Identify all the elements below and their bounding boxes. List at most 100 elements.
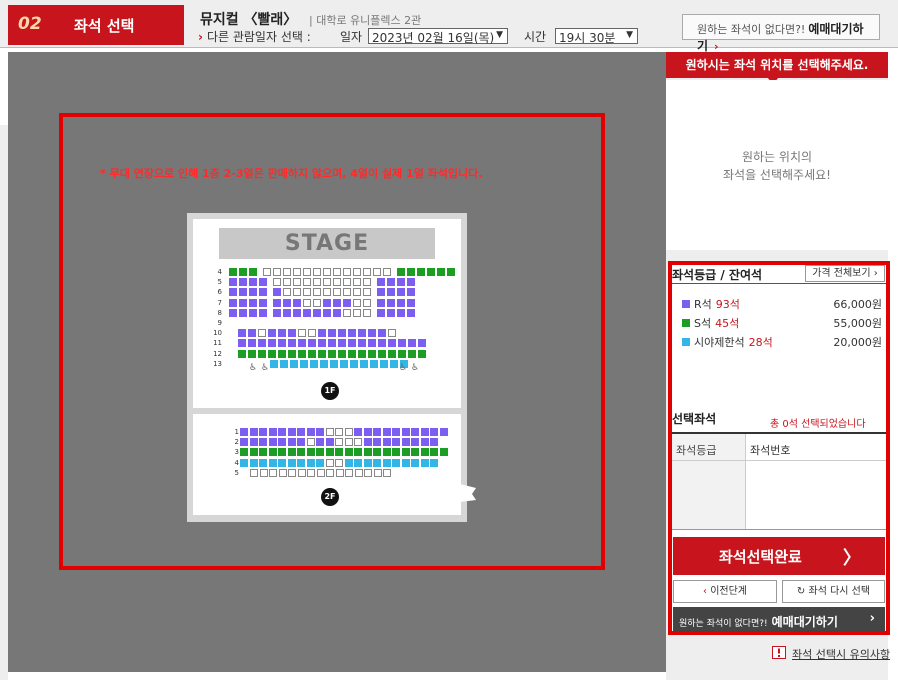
seat-available[interactable]	[288, 329, 296, 337]
seat-available[interactable]	[382, 459, 391, 467]
seat-available[interactable]	[273, 309, 281, 317]
seat-available[interactable]	[348, 350, 356, 358]
seat-available[interactable]	[411, 428, 419, 436]
seat-available[interactable]	[330, 360, 338, 368]
seat-available[interactable]	[259, 428, 267, 436]
seat-available[interactable]	[397, 278, 405, 286]
seat-available[interactable]	[354, 448, 362, 456]
seat-available[interactable]	[348, 329, 356, 337]
seat-available[interactable]	[293, 309, 301, 317]
seat-available[interactable]	[240, 428, 248, 436]
seat-available[interactable]	[387, 299, 395, 307]
seat-available[interactable]	[239, 299, 247, 307]
seat-available[interactable]	[390, 360, 398, 368]
waitlist-button-bottom[interactable]: 원하는 좌석이 없다면?! 예매대기하기 ›	[673, 607, 885, 631]
seat-available[interactable]	[392, 459, 400, 467]
seat-available[interactable]	[411, 459, 419, 467]
seat-available[interactable]	[392, 448, 400, 456]
seat-available[interactable]	[268, 350, 276, 358]
seat-available[interactable]	[278, 329, 286, 337]
seat-available[interactable]	[354, 428, 362, 436]
seat-available[interactable]	[420, 459, 429, 467]
seat-available[interactable]	[287, 438, 296, 446]
seat-available[interactable]	[388, 339, 396, 347]
seat-available[interactable]	[316, 459, 324, 467]
seat-available[interactable]	[401, 438, 410, 446]
seat-available[interactable]	[411, 438, 419, 446]
seat-available[interactable]	[249, 278, 257, 286]
seat-available[interactable]	[333, 309, 341, 317]
seat-available[interactable]	[397, 268, 405, 276]
caution-link[interactable]: 좌석 선택시 유의사항	[792, 646, 890, 662]
seat-available[interactable]	[316, 448, 324, 456]
seat-available[interactable]	[258, 350, 266, 358]
seat-available[interactable]	[273, 299, 281, 307]
seat-available[interactable]	[417, 268, 425, 276]
seat-available[interactable]	[378, 339, 386, 347]
seat-available[interactable]	[418, 339, 426, 347]
seat-available[interactable]	[297, 448, 305, 456]
seat-available[interactable]	[418, 350, 426, 358]
seat-available[interactable]	[397, 309, 405, 317]
seat-available[interactable]	[240, 459, 248, 467]
seat-available[interactable]	[373, 428, 381, 436]
seat-available[interactable]	[238, 350, 246, 358]
seat-available[interactable]	[439, 448, 448, 456]
seat-available[interactable]	[323, 299, 331, 307]
seat-available[interactable]	[328, 329, 336, 337]
seat-available[interactable]	[268, 459, 277, 467]
seat-available[interactable]	[328, 339, 336, 347]
seat-available[interactable]	[407, 278, 415, 286]
seat-available[interactable]	[387, 309, 395, 317]
seat-available[interactable]	[249, 268, 257, 276]
complete-selection-button[interactable]: 좌석선택완료 〉	[673, 537, 885, 575]
seat-available[interactable]	[287, 448, 296, 456]
seat-available[interactable]	[278, 350, 286, 358]
reset-selection-button[interactable]: ↻ 좌석 다시 선택	[782, 580, 885, 603]
seat-available[interactable]	[308, 350, 316, 358]
seat-available[interactable]	[325, 448, 334, 456]
seat-available[interactable]	[249, 459, 258, 467]
seat-available[interactable]	[377, 278, 385, 286]
seat-available[interactable]	[382, 438, 391, 446]
seat-available[interactable]	[380, 360, 388, 368]
seat-available[interactable]	[259, 459, 267, 467]
seat-available[interactable]	[239, 268, 247, 276]
seat-available[interactable]	[368, 339, 376, 347]
seat-available[interactable]	[239, 309, 247, 317]
seat-available[interactable]	[430, 459, 438, 467]
seat-available[interactable]	[420, 428, 429, 436]
seat-available[interactable]	[338, 350, 346, 358]
seat-available[interactable]	[306, 448, 315, 456]
seat-available[interactable]	[278, 448, 286, 456]
seat-available[interactable]	[290, 360, 298, 368]
seat-available[interactable]	[306, 459, 315, 467]
seat-available[interactable]	[229, 309, 237, 317]
seat-available[interactable]	[338, 329, 346, 337]
seat-available[interactable]	[378, 350, 386, 358]
seat-available[interactable]	[259, 299, 267, 307]
seat-available[interactable]	[238, 329, 246, 337]
seat-available[interactable]	[283, 299, 291, 307]
seat-available[interactable]	[382, 448, 391, 456]
seat-available[interactable]	[320, 360, 328, 368]
seat-available[interactable]	[240, 438, 248, 446]
waitlist-button-top[interactable]: 원하는 좌석이 없다면?! 예매대기하기 ›	[682, 14, 880, 53]
seat-available[interactable]	[377, 288, 385, 296]
seat-available[interactable]	[298, 350, 306, 358]
seat-available[interactable]	[298, 339, 306, 347]
seat-available[interactable]	[308, 339, 316, 347]
seat-available[interactable]	[259, 448, 267, 456]
seat-available[interactable]	[363, 428, 372, 436]
seat-available[interactable]	[259, 438, 267, 446]
seat-available[interactable]	[343, 299, 351, 307]
seat-available[interactable]	[398, 350, 406, 358]
seat-available[interactable]	[363, 448, 372, 456]
seat-available[interactable]	[340, 360, 348, 368]
seat-available[interactable]	[348, 339, 356, 347]
seat-available[interactable]	[360, 360, 368, 368]
seat-available[interactable]	[318, 329, 326, 337]
seat-available[interactable]	[259, 278, 267, 286]
seat-available[interactable]	[300, 360, 308, 368]
seat-available[interactable]	[249, 448, 258, 456]
